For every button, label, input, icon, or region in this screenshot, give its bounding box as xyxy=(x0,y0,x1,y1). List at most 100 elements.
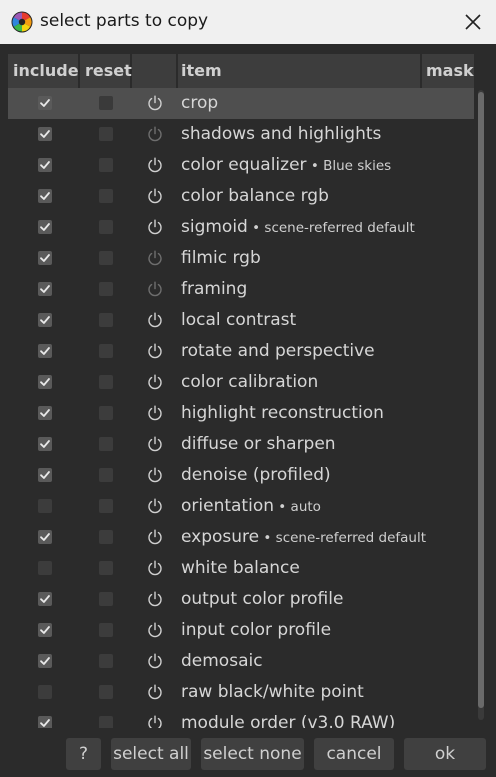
item-column-header[interactable]: item xyxy=(178,54,420,88)
power-icon xyxy=(146,528,164,546)
module-row[interactable]: denoise (profiled) xyxy=(8,460,474,491)
include-checkbox[interactable] xyxy=(38,313,52,327)
module-name: module order (v3.0 RAW) xyxy=(181,713,396,728)
reset-checkbox[interactable] xyxy=(99,561,113,575)
module-row[interactable]: output color profile xyxy=(8,584,474,615)
include-checkbox[interactable] xyxy=(38,561,52,575)
module-row[interactable]: color equalizer • Blue skies xyxy=(8,150,474,181)
module-item: local contrast xyxy=(181,305,296,336)
module-row[interactable]: filmic rgb xyxy=(8,243,474,274)
include-checkbox[interactable] xyxy=(38,592,52,606)
module-row[interactable]: module order (v3.0 RAW) xyxy=(8,708,474,728)
module-item: module order (v3.0 RAW) xyxy=(181,708,395,728)
module-row[interactable]: diffuse or sharpen xyxy=(8,429,474,460)
checkmark-icon xyxy=(40,254,50,262)
include-checkbox[interactable] xyxy=(38,189,52,203)
include-checkbox[interactable] xyxy=(38,406,52,420)
include-checkbox[interactable] xyxy=(38,685,52,699)
cancel-button[interactable]: cancel xyxy=(314,738,394,770)
include-checkbox[interactable] xyxy=(38,127,52,141)
reset-checkbox[interactable] xyxy=(99,406,113,420)
include-checkbox[interactable] xyxy=(38,654,52,668)
module-row[interactable]: white balance xyxy=(8,553,474,584)
include-checkbox[interactable] xyxy=(38,499,52,513)
ok-button[interactable]: ok xyxy=(404,738,486,770)
close-button[interactable] xyxy=(450,0,496,44)
module-row[interactable]: crop xyxy=(8,88,474,119)
include-checkbox[interactable] xyxy=(38,623,52,637)
darktable-aperture-icon xyxy=(11,11,33,33)
include-checkbox[interactable] xyxy=(38,468,52,482)
icon-column-header[interactable] xyxy=(132,54,176,88)
dialog-footer: ? select all select none cancel ok xyxy=(0,728,496,777)
power-icon xyxy=(146,280,164,298)
power-icon xyxy=(146,435,164,453)
include-checkbox[interactable] xyxy=(38,96,52,110)
reset-checkbox[interactable] xyxy=(99,499,113,513)
reset-checkbox[interactable] xyxy=(99,96,113,110)
include-checkbox[interactable] xyxy=(38,220,52,234)
module-item: denoise (profiled) xyxy=(181,460,331,491)
module-row[interactable]: local contrast xyxy=(8,305,474,336)
module-row[interactable]: highlight reconstruction xyxy=(8,398,474,429)
module-name: white balance xyxy=(181,558,300,578)
module-name: local contrast xyxy=(181,310,297,330)
reset-checkbox[interactable] xyxy=(99,437,113,451)
reset-checkbox[interactable] xyxy=(99,344,113,358)
include-checkbox[interactable] xyxy=(38,716,52,728)
reset-checkbox[interactable] xyxy=(99,158,113,172)
module-name: color equalizer xyxy=(181,155,307,175)
window-title: select parts to copy xyxy=(40,11,209,31)
checkmark-icon xyxy=(40,626,50,634)
include-column-header[interactable]: include xyxy=(8,54,79,88)
include-checkbox[interactable] xyxy=(38,437,52,451)
module-row[interactable]: sigmoid • scene-referred default xyxy=(8,212,474,243)
mask-column-header[interactable]: mask xyxy=(422,54,474,88)
module-row[interactable]: raw black/white point xyxy=(8,677,474,708)
include-checkbox[interactable] xyxy=(38,282,52,296)
module-item: exposure • scene-referred default xyxy=(181,522,426,554)
include-checkbox[interactable] xyxy=(38,375,52,389)
module-item: white balance xyxy=(181,553,300,584)
help-button[interactable]: ? xyxy=(66,738,101,770)
checkmark-icon xyxy=(40,595,50,603)
module-row[interactable]: input color profile xyxy=(8,615,474,646)
module-row[interactable]: exposure • scene-referred default xyxy=(8,522,474,553)
reset-checkbox[interactable] xyxy=(99,375,113,389)
reset-checkbox[interactable] xyxy=(99,313,113,327)
module-name: color balance rgb xyxy=(181,186,329,206)
module-row[interactable]: framing xyxy=(8,274,474,305)
copy-parts-dialog: select parts to copy include reset item … xyxy=(0,0,496,777)
reset-checkbox[interactable] xyxy=(99,220,113,234)
include-checkbox[interactable] xyxy=(38,530,52,544)
module-row[interactable]: orientation • auto xyxy=(8,491,474,522)
reset-checkbox[interactable] xyxy=(99,685,113,699)
include-checkbox[interactable] xyxy=(38,158,52,172)
module-row[interactable]: demosaic xyxy=(8,646,474,677)
select-all-button[interactable]: select all xyxy=(111,738,191,770)
power-icon xyxy=(146,249,164,267)
module-preset: • scene-referred default xyxy=(247,220,415,236)
reset-checkbox[interactable] xyxy=(99,282,113,296)
reset-checkbox[interactable] xyxy=(99,654,113,668)
module-row[interactable]: color balance rgb xyxy=(8,181,474,212)
module-row[interactable]: color calibration xyxy=(8,367,474,398)
include-checkbox[interactable] xyxy=(38,251,52,265)
reset-checkbox[interactable] xyxy=(99,623,113,637)
scrollbar[interactable] xyxy=(478,90,484,720)
module-row[interactable]: shadows and highlights xyxy=(8,119,474,150)
reset-checkbox[interactable] xyxy=(99,716,113,728)
reset-checkbox[interactable] xyxy=(99,189,113,203)
include-checkbox[interactable] xyxy=(38,344,52,358)
reset-checkbox[interactable] xyxy=(99,468,113,482)
select-none-button[interactable]: select none xyxy=(201,738,304,770)
reset-checkbox[interactable] xyxy=(99,592,113,606)
reset-column-header[interactable]: reset xyxy=(80,54,132,88)
reset-checkbox[interactable] xyxy=(99,251,113,265)
module-row[interactable]: rotate and perspective xyxy=(8,336,474,367)
reset-checkbox[interactable] xyxy=(99,530,113,544)
module-name: input color profile xyxy=(181,620,332,640)
checkmark-icon xyxy=(40,719,50,727)
scrollbar-thumb[interactable] xyxy=(478,92,484,708)
reset-checkbox[interactable] xyxy=(99,127,113,141)
